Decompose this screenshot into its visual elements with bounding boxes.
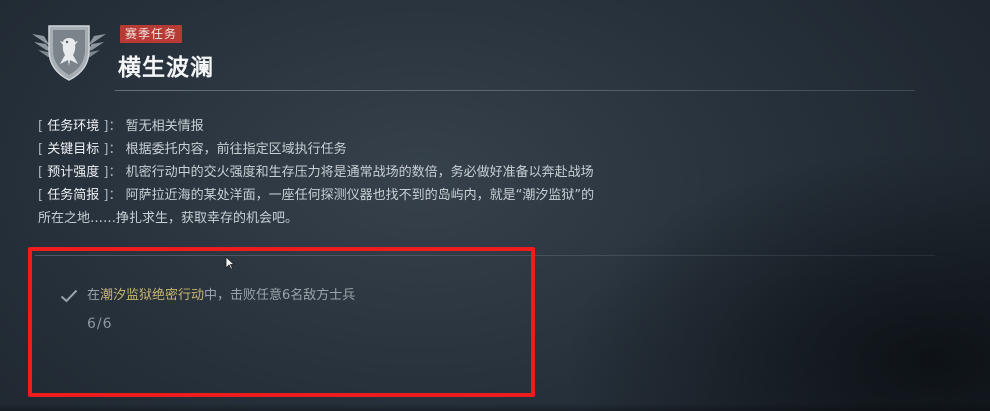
- checkmark-icon: [60, 289, 78, 303]
- briefing-continuation: 所在之地……挣扎求生，获取幸存的机会吧。: [38, 211, 299, 226]
- season-mission-tag: 赛季任务: [120, 25, 183, 43]
- mission-title: 横生波澜: [118, 55, 214, 81]
- info-label: 任务环境: [47, 119, 100, 134]
- info-value: 根据委托内容，前往指定区域执行任务: [125, 142, 347, 157]
- eagle-emblem-icon: [32, 25, 106, 81]
- info-row-environment: [ 任务环境 ]： 暂无相关情报: [38, 119, 204, 134]
- info-label: 关键目标: [47, 142, 100, 157]
- mission-detail-panel: 赛季任务 横生波澜 [ 任务环境 ]： 暂无相关情报 [ 关键目标 ]： 根据委…: [0, 0, 990, 411]
- mission-info: [ 任务环境 ]： 暂无相关情报 [ 关键目标 ]： 根据委托内容，前往指定区域…: [38, 115, 758, 230]
- objective-text: 在潮汐监狱绝密行动中，击败任意6名敌方士兵: [87, 288, 356, 303]
- objective-progress: 6/6: [87, 316, 113, 332]
- header-divider: [115, 90, 915, 91]
- info-label: 预计强度: [47, 165, 100, 180]
- section-divider: [35, 255, 935, 256]
- info-row-key-objective: [ 关键目标 ]： 根据委托内容，前往指定区域执行任务: [38, 142, 347, 157]
- objective-highlight: 潮汐监狱绝密行动: [100, 288, 205, 303]
- info-row-briefing: [ 任务简报 ]： 阿萨拉近海的某处洋面，一座任何探测仪器也找不到的岛屿内，就是…: [38, 188, 595, 203]
- mouse-cursor-icon: [225, 256, 235, 270]
- info-value: 阿萨拉近海的某处洋面，一座任何探测仪器也找不到的岛屿内，就是“潮汐监狱”的: [125, 188, 595, 203]
- bottom-fade: [0, 403, 990, 411]
- info-value: 机密行动中的交火强度和生存压力将是通常战场的数倍，务必做好准备以奔赴战场: [125, 165, 594, 180]
- info-row-intensity: [ 预计强度 ]： 机密行动中的交火强度和生存压力将是通常战场的数倍，务必做好准…: [38, 165, 594, 180]
- info-label: 任务简报: [47, 188, 100, 203]
- info-value: 暂无相关情报: [125, 119, 204, 134]
